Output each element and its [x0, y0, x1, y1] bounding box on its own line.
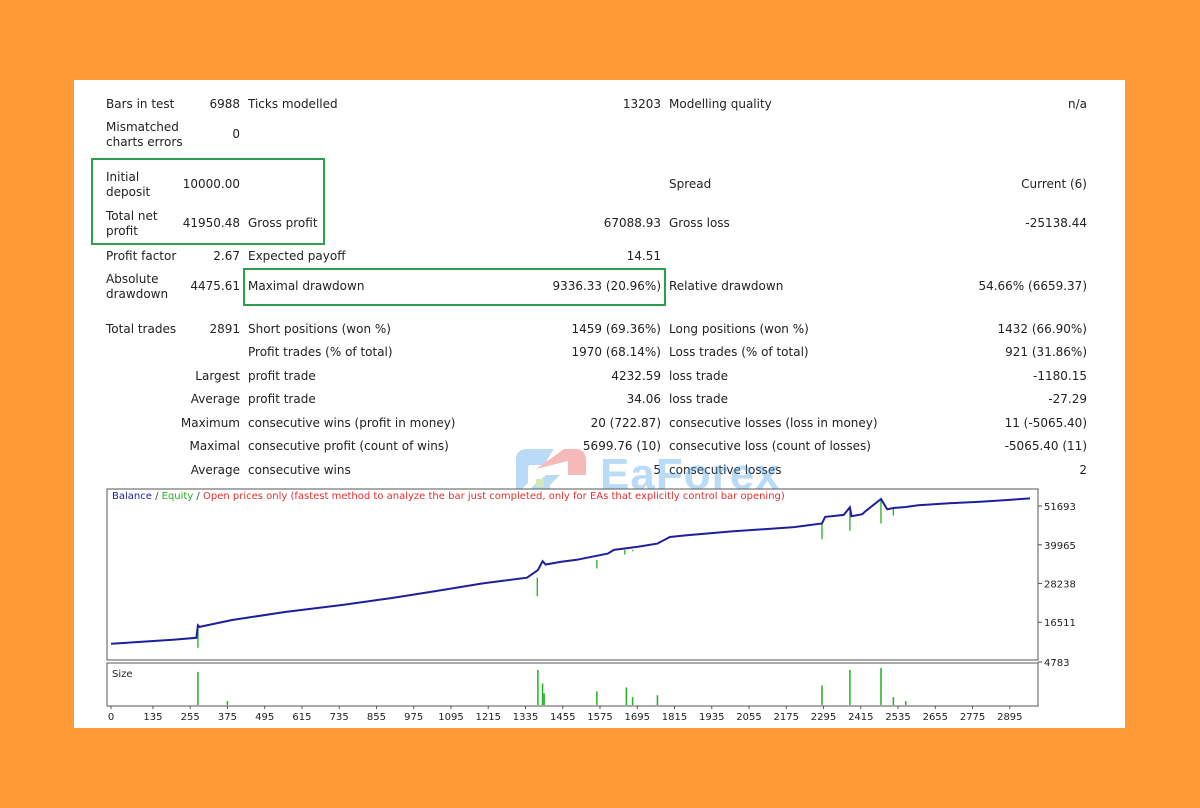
legend-equity: Equity — [161, 491, 194, 502]
x-tick-label: 255 — [181, 712, 200, 723]
x-tick-label: 1815 — [662, 712, 687, 723]
chart-legend: Balance / Equity / Open prices only (fas… — [112, 491, 785, 503]
x-tick-label: 495 — [255, 712, 274, 723]
x-tick-label: 855 — [367, 712, 386, 723]
x-tick-label: 1095 — [438, 712, 463, 723]
x-tick-label: 615 — [292, 712, 311, 723]
x-tick-label: 1335 — [513, 712, 538, 723]
x-tick-label: 0 — [108, 712, 114, 723]
legend-note: Open prices only (fastest method to anal… — [202, 491, 785, 502]
x-tick-label: 1215 — [475, 712, 500, 723]
size-label: Size — [112, 669, 133, 680]
x-tick-label: 1695 — [625, 712, 650, 723]
x-tick-label: 2775 — [960, 712, 985, 723]
report-panel: Bars in test 6988 Ticks modelled 13203 Model… — [74, 80, 1125, 728]
y-tick-label: 4783 — [1044, 658, 1069, 669]
balance-chart: 51693 39965 28238 16511 4783 0 135 255 375 495 615… — [106, 488, 1076, 723]
legend-balance: Balance — [112, 491, 152, 502]
legend-sep: / — [193, 491, 203, 502]
x-tick-label: 1575 — [587, 712, 612, 723]
x-tick-label: 735 — [330, 712, 349, 723]
chart-frame — [106, 488, 1039, 661]
y-tick-label: 16511 — [1044, 618, 1076, 629]
x-tick-label: 1455 — [550, 712, 575, 723]
x-tick-label: 2175 — [774, 712, 799, 723]
x-tick-label: 2895 — [997, 712, 1022, 723]
x-tick-label: 135 — [143, 712, 162, 723]
y-tick-label: 39965 — [1044, 541, 1076, 552]
y-tick-label: 51693 — [1044, 502, 1076, 513]
x-tick-label: 2055 — [736, 712, 761, 723]
x-tick-label: 2655 — [923, 712, 948, 723]
x-tick-label: 2415 — [848, 712, 873, 723]
y-tick-label: 28238 — [1044, 580, 1076, 591]
x-tick-label: 1935 — [699, 712, 724, 723]
x-tick-label: 2535 — [885, 712, 910, 723]
legend-sep: / — [151, 491, 162, 502]
x-tick-label: 375 — [218, 712, 237, 723]
size-frame — [106, 662, 1039, 707]
x-tick-label: 2295 — [811, 712, 836, 723]
x-tick-label: 975 — [404, 712, 423, 723]
